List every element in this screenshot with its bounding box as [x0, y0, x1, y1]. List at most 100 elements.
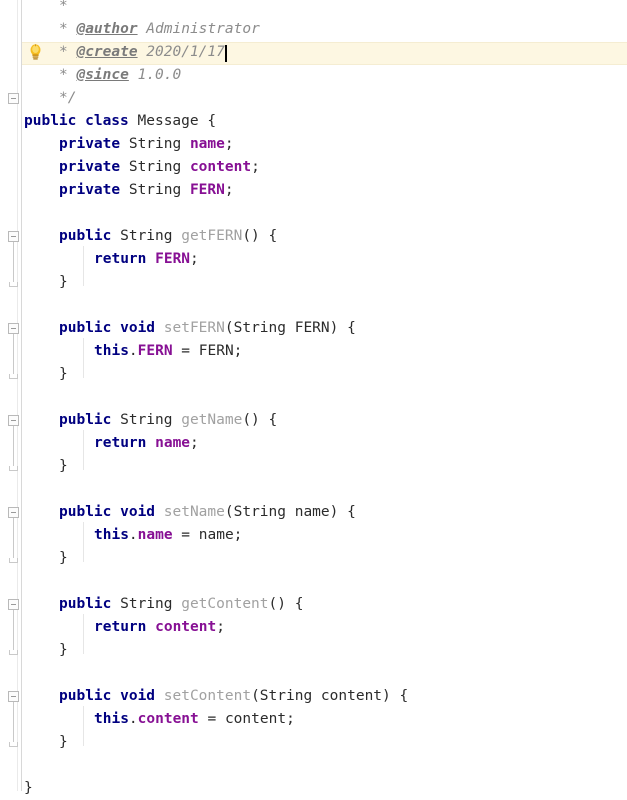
code-line[interactable]: public String getContent() { — [59, 593, 303, 616]
code-line[interactable]: } — [59, 271, 68, 294]
code-token-fld: content — [137, 711, 199, 727]
code-token-kw: public class — [24, 113, 138, 129]
code-token-mth: setContent — [163, 688, 252, 704]
code-token-plain: } — [59, 366, 68, 382]
code-token-plain: ; — [216, 619, 225, 635]
code-token-kw: public void — [59, 688, 164, 704]
code-token-plain: ; — [251, 159, 260, 175]
code-line[interactable]: } — [59, 639, 68, 662]
code-token-fld: FERN — [189, 182, 225, 198]
code-text-layer[interactable]: * * @author Administrator * @create 2020/1… — [0, 0, 627, 796]
code-token-fld: FERN — [137, 343, 173, 359]
code-line[interactable]: } — [59, 547, 68, 570]
code-token-plain: = content; — [198, 711, 295, 727]
code-token-plain: = FERN; — [172, 343, 243, 359]
code-token-plain: String — [120, 412, 182, 428]
code-token-cmtv: Administrator — [137, 21, 260, 37]
code-line[interactable]: this.content = content; — [94, 708, 295, 731]
code-token-kw: return — [94, 435, 156, 451]
code-line[interactable]: } — [24, 777, 33, 800]
code-token-plain: } — [59, 734, 68, 750]
code-line[interactable]: public void setContent(String content) { — [59, 685, 408, 708]
code-token-plain: (String content) { — [251, 688, 409, 704]
code-token-cmt: * — [59, 44, 77, 60]
code-token-cmt: * — [59, 0, 68, 14]
code-token-cmtv: 2020/1/17 — [137, 44, 225, 60]
code-token-kw: private — [59, 136, 129, 152]
code-token-mth: getFERN — [181, 228, 243, 244]
code-line[interactable]: } — [59, 731, 68, 754]
code-token-mth: setName — [163, 504, 225, 520]
text-caret — [224, 45, 227, 62]
code-line[interactable]: private String FERN; — [59, 179, 234, 202]
code-line[interactable]: private String name; — [59, 133, 234, 156]
code-token-fld: content — [155, 619, 217, 635]
code-token-fld: name — [137, 527, 173, 543]
code-line[interactable]: public String getName() { — [59, 409, 277, 432]
code-line[interactable]: */ — [59, 87, 76, 110]
code-line[interactable]: private String content; — [59, 156, 260, 179]
code-token-plain: } — [59, 274, 68, 290]
code-token-cmt: * — [59, 67, 77, 83]
code-token-fld: content — [189, 159, 252, 175]
code-token-tag: @create — [76, 44, 138, 60]
code-token-plain: ; — [224, 182, 234, 198]
code-token-kw: this — [94, 343, 129, 359]
code-token-plain: } — [59, 458, 68, 474]
code-token-plain: String — [120, 228, 182, 244]
code-token-plain: String — [128, 159, 190, 175]
code-line[interactable]: return FERN; — [94, 248, 199, 271]
code-token-kw: private — [59, 159, 129, 175]
code-token-plain: } — [59, 550, 68, 566]
code-token-cmtv: 1.0.0 — [128, 67, 182, 83]
code-token-kw: public void — [59, 504, 164, 520]
code-token-plain: Message — [137, 113, 208, 129]
code-token-plain: (String FERN) { — [224, 320, 356, 336]
code-token-plain: ; — [190, 435, 199, 451]
code-token-kw: this — [94, 711, 129, 727]
code-token-kw: public — [59, 596, 121, 612]
code-token-plain: { — [207, 113, 217, 129]
code-token-fld: name — [155, 435, 191, 451]
code-line[interactable]: public class Message { — [24, 110, 216, 133]
code-token-mth: getContent — [181, 596, 269, 612]
code-token-plain: . — [128, 343, 138, 359]
code-token-kw: public — [59, 228, 121, 244]
code-token-plain: (String name) { — [224, 504, 356, 520]
code-token-cmt: */ — [59, 90, 77, 106]
code-token-plain: String — [128, 136, 190, 152]
code-line[interactable]: * @create 2020/1/17 — [59, 41, 225, 64]
code-line[interactable]: * @author Administrator — [59, 18, 260, 41]
lightbulb-icon[interactable] — [28, 43, 43, 61]
code-token-cmt: * — [59, 21, 77, 37]
code-token-plain: String — [120, 596, 182, 612]
code-token-kw: this — [94, 527, 129, 543]
code-token-kw: public — [59, 412, 121, 428]
code-token-mth: getName — [181, 412, 243, 428]
code-line[interactable]: this.name = name; — [94, 524, 242, 547]
code-line[interactable]: } — [59, 363, 68, 386]
code-token-plain: } — [59, 642, 68, 658]
code-editor[interactable]: * * @author Administrator * @create 2020/1… — [0, 0, 627, 796]
code-line[interactable]: this.FERN = FERN; — [94, 340, 242, 363]
code-line[interactable]: return content; — [94, 616, 225, 639]
code-line[interactable]: public void setFERN(String FERN) { — [59, 317, 356, 340]
code-token-kw: public void — [59, 320, 164, 336]
code-line[interactable]: public void setName(String name) { — [59, 501, 356, 524]
code-line[interactable]: * @since 1.0.0 — [59, 64, 181, 87]
code-token-fld: FERN — [155, 251, 191, 267]
code-token-kw: return — [94, 619, 156, 635]
code-token-plain: } — [24, 780, 33, 796]
code-line[interactable]: * — [59, 0, 68, 18]
code-token-kw: return — [94, 251, 156, 267]
code-line[interactable]: public String getFERN() { — [59, 225, 277, 248]
code-line[interactable]: } — [59, 455, 68, 478]
code-token-plain: () { — [242, 412, 278, 428]
code-token-mth: setFERN — [163, 320, 225, 336]
code-token-plain: . — [128, 711, 138, 727]
code-token-fld: name — [189, 136, 225, 152]
code-token-tag: @since — [76, 67, 129, 83]
code-token-kw: private — [59, 182, 129, 198]
code-line[interactable]: return name; — [94, 432, 199, 455]
code-token-plain: String — [128, 182, 190, 198]
